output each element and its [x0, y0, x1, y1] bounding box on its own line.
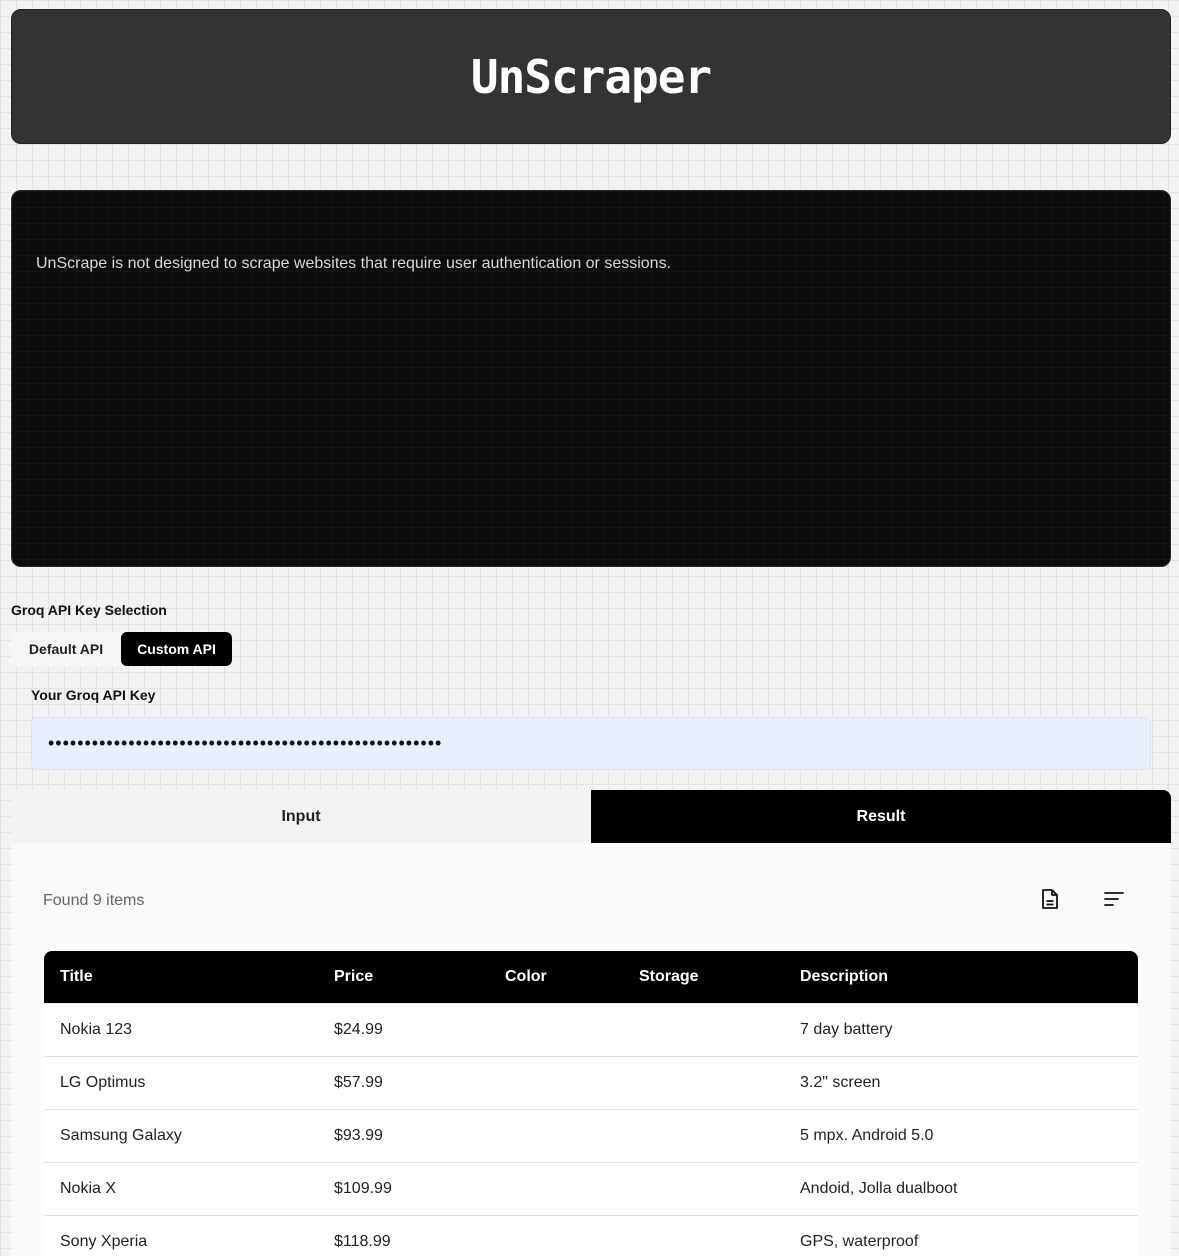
- api-key-label: Your Groq API Key: [31, 687, 156, 703]
- cell-title: Nokia X: [44, 1161, 318, 1215]
- column-header: Description: [800, 967, 889, 985]
- cell-storage: [623, 1002, 784, 1056]
- table-header-row: Title Price Color Storage Description: [44, 951, 1138, 1003]
- cell-storage: [623, 1055, 784, 1109]
- tab-result[interactable]: Result: [591, 790, 1171, 843]
- table-row: Nokia 123 $24.99 7 day battery: [44, 1002, 1138, 1056]
- cell-color: [489, 1161, 623, 1215]
- cell-price: $57.99: [318, 1055, 489, 1109]
- default-api-button[interactable]: Default API: [11, 632, 121, 666]
- cell-description: Andoid, Jolla dualboot: [784, 1161, 1138, 1215]
- notice-text: UnScrape is not designed to scrape websi…: [36, 255, 672, 272]
- cell-price: $24.99: [318, 1002, 489, 1056]
- cell-color: [489, 1055, 623, 1109]
- cell-description: 7 day battery: [784, 1002, 1138, 1056]
- cell-description: 3.2" screen: [784, 1055, 1138, 1109]
- results-table: Title Price Color Storage Description No…: [44, 951, 1138, 1256]
- cell-storage: [623, 1214, 784, 1256]
- table-row: Samsung Galaxy $93.99 5 mpx. Android 5.0: [44, 1108, 1138, 1162]
- cell-title: Samsung Galaxy: [44, 1108, 318, 1162]
- cell-description: GPS, waterproof: [784, 1214, 1138, 1256]
- cell-color: [489, 1002, 623, 1056]
- cell-description: 5 mpx. Android 5.0: [784, 1108, 1138, 1162]
- cell-color: [489, 1108, 623, 1162]
- tab-bar: Input Result: [11, 790, 1171, 843]
- column-header: Color: [505, 967, 547, 985]
- cell-color: [489, 1214, 623, 1256]
- column-header: Title: [60, 967, 93, 985]
- tab-input[interactable]: Input: [11, 790, 591, 843]
- cell-storage: [623, 1161, 784, 1215]
- column-header: Price: [334, 967, 374, 985]
- custom-api-button[interactable]: Custom API: [121, 632, 232, 666]
- notice-panel: UnScrape is not designed to scrape websi…: [11, 190, 1171, 567]
- column-header: Storage: [639, 967, 699, 985]
- cell-storage: [623, 1108, 784, 1162]
- api-selection-toggle: Default API Custom API: [11, 632, 232, 666]
- app-header: UnScraper: [11, 9, 1171, 144]
- lines-icon[interactable]: [1102, 887, 1126, 911]
- document-icon[interactable]: [1038, 887, 1062, 911]
- result-count: Found 9 items: [43, 892, 145, 909]
- cell-price: $118.99: [318, 1214, 489, 1256]
- api-key-input[interactable]: [31, 717, 1151, 770]
- cell-title: Sony Xperia: [44, 1214, 318, 1256]
- cell-title: LG Optimus: [44, 1055, 318, 1109]
- table-row: LG Optimus $57.99 3.2" screen: [44, 1055, 1138, 1109]
- table-row: Nokia X $109.99 Andoid, Jolla dualboot: [44, 1161, 1138, 1215]
- main-panel: Input Result Found 9 items Title Price C…: [11, 790, 1171, 1256]
- api-selection-label: Groq API Key Selection: [11, 602, 167, 618]
- cell-price: $109.99: [318, 1161, 489, 1215]
- cell-price: $93.99: [318, 1108, 489, 1162]
- table-row: Sony Xperia $118.99 GPS, waterproof: [44, 1214, 1138, 1256]
- app-title: UnScraper: [470, 49, 712, 104]
- cell-title: Nokia 123: [44, 1002, 318, 1056]
